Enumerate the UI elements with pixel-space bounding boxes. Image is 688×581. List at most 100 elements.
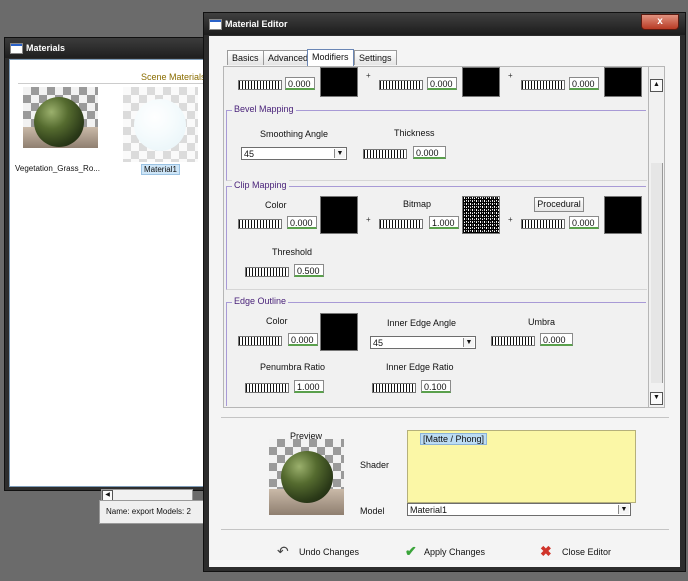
procedural-slider[interactable] — [521, 219, 565, 229]
ice-sphere — [134, 99, 186, 151]
clip-mapping-title: Clip Mapping — [232, 180, 289, 190]
inner-edge-angle-select[interactable]: 45 ▼ — [370, 336, 476, 349]
material-label-material1[interactable]: Material1 — [141, 164, 180, 175]
clip-color-value[interactable]: 0.000 — [287, 216, 317, 229]
editor-title: Material Editor — [225, 19, 288, 29]
smoothing-angle-label: Smoothing Angle — [260, 129, 329, 139]
materials-title: Materials — [26, 43, 66, 53]
close-icon[interactable]: x — [641, 14, 679, 30]
undo-icon: ↶ — [277, 543, 289, 559]
edge-color-value[interactable]: 0.000 — [288, 333, 318, 346]
edge-color-slider[interactable] — [238, 336, 282, 346]
materials-list-panel: Scene Materials Vegetation_Grass_Ro... M… — [9, 59, 235, 487]
bitmap-noise-swatch[interactable] — [462, 196, 500, 234]
slider-top-1[interactable] — [238, 80, 282, 90]
material-thumb-vegetation[interactable] — [23, 87, 98, 148]
material-editor-window: Material Editor x Basics Advanced Modifi… — [203, 12, 686, 572]
undo-changes-button[interactable]: ↶ Undo Changes — [277, 544, 367, 560]
chevron-down-icon[interactable]: ▼ — [463, 338, 474, 347]
material-thumb-material1[interactable] — [123, 87, 198, 162]
window-icon — [209, 19, 222, 30]
bevel-mapping-title: Bevel Mapping — [232, 104, 296, 114]
shader-label: Shader — [360, 460, 390, 470]
smoothing-angle-value: 45 — [244, 149, 255, 159]
swatch-top-2[interactable] — [462, 67, 500, 97]
material-label-vegetation[interactable]: Vegetation_Grass_Ro... — [15, 164, 100, 173]
undo-changes-label: Undo Changes — [299, 547, 360, 557]
bitmap-button[interactable]: Bitmap — [397, 198, 437, 210]
shader-item-matte-phong[interactable]: [Matte / Phong] — [420, 433, 488, 445]
model-label: Model — [360, 506, 385, 516]
procedural-swatch[interactable] — [604, 196, 642, 234]
tab-basics[interactable]: Basics — [227, 50, 264, 65]
procedural-value[interactable]: 0.000 — [569, 216, 599, 229]
value-top-1[interactable]: 0.000 — [285, 77, 315, 90]
smoothing-angle-select[interactable]: 45 ▼ — [241, 147, 347, 160]
inner-edge-ratio-value[interactable]: 0.100 — [421, 380, 451, 393]
threshold-slider[interactable] — [245, 267, 289, 277]
editor-client: Basics Advanced Modifiers Settings 0.000… — [209, 36, 680, 567]
penumbra-slider[interactable] — [245, 383, 289, 393]
apply-changes-button[interactable]: ✔ Apply Changes — [405, 544, 495, 560]
scroll-down-icon[interactable]: ▼ — [650, 392, 663, 405]
value-top-3[interactable]: 0.000 — [569, 77, 599, 90]
edge-color-label: Color — [266, 316, 288, 326]
umbra-slider[interactable] — [491, 336, 535, 346]
scroll-up-icon[interactable]: ▲ — [650, 79, 663, 92]
scene-materials-label: Scene Materials — [141, 72, 206, 82]
clip-color-label: Color — [265, 200, 287, 210]
thickness-value[interactable]: 0.000 — [413, 146, 446, 159]
umbra-label: Umbra — [528, 317, 556, 327]
edge-outline-title: Edge Outline — [232, 296, 289, 306]
tab-modifiers[interactable]: Modifiers — [307, 49, 354, 66]
inner-edge-ratio-slider[interactable] — [372, 383, 416, 393]
model-select[interactable]: Material1 ▼ — [407, 503, 631, 516]
inner-edge-ratio-label: Inner Edge Ratio — [386, 362, 454, 372]
slider-top-2[interactable] — [379, 80, 423, 90]
window-icon — [10, 43, 23, 54]
clip-color-slider[interactable] — [238, 219, 282, 229]
close-editor-button[interactable]: ✖ Close Editor — [540, 544, 630, 560]
actions-separator — [221, 529, 669, 530]
preview-grass-sphere — [281, 451, 333, 503]
close-editor-x-icon: ✖ — [540, 543, 552, 559]
close-editor-label: Close Editor — [562, 547, 612, 557]
materials-status-bar: Name: export Models: 2 — [99, 500, 207, 524]
chevron-down-icon[interactable]: ▼ — [334, 149, 345, 158]
swatch-top-1[interactable] — [320, 67, 358, 97]
bitmap-value[interactable]: 1.000 — [429, 216, 459, 229]
preview-image — [269, 439, 344, 515]
tab-advanced[interactable]: Advanced — [263, 50, 314, 65]
section-divider — [18, 83, 226, 84]
plus-sign: + — [508, 71, 513, 80]
value-top-2[interactable]: 0.000 — [427, 77, 457, 90]
modifiers-scroll-area: 0.000 + 0.000 + 0.000 Bevel Mapping Smoo… — [223, 66, 650, 408]
scroll-thumb[interactable] — [651, 163, 663, 383]
apply-checkmark-icon: ✔ — [405, 543, 417, 559]
chevron-down-icon[interactable]: ▼ — [618, 505, 629, 514]
thickness-label: Thickness — [394, 128, 435, 138]
modifiers-vscrollbar[interactable]: ▲ ▼ — [648, 66, 665, 408]
plus-sign: + — [366, 71, 371, 80]
bitmap-slider[interactable] — [379, 219, 423, 229]
shader-list[interactable]: [Matte / Phong] — [407, 430, 636, 503]
threshold-value[interactable]: 0.500 — [294, 264, 324, 277]
penumbra-value[interactable]: 1.000 — [294, 380, 324, 393]
inner-edge-angle-value: 45 — [373, 338, 384, 348]
thickness-slider[interactable] — [363, 149, 407, 159]
penumbra-ratio-label: Penumbra Ratio — [260, 362, 326, 372]
preview-separator — [221, 417, 669, 418]
threshold-label: Threshold — [272, 247, 313, 257]
umbra-value[interactable]: 0.000 — [540, 333, 573, 346]
status-text: Name: export Models: 2 — [106, 507, 191, 516]
slider-top-3[interactable] — [521, 80, 565, 90]
editor-titlebar[interactable]: Material Editor x — [204, 13, 685, 35]
edge-color-swatch[interactable] — [320, 313, 358, 351]
swatch-top-3[interactable] — [604, 67, 642, 97]
clip-color-swatch[interactable] — [320, 196, 358, 234]
tab-settings[interactable]: Settings — [354, 50, 397, 65]
grass-sphere — [34, 97, 84, 147]
model-value: Material1 — [410, 505, 448, 515]
procedural-button[interactable]: Procedural — [534, 197, 584, 212]
plus-sign: + — [366, 215, 371, 224]
